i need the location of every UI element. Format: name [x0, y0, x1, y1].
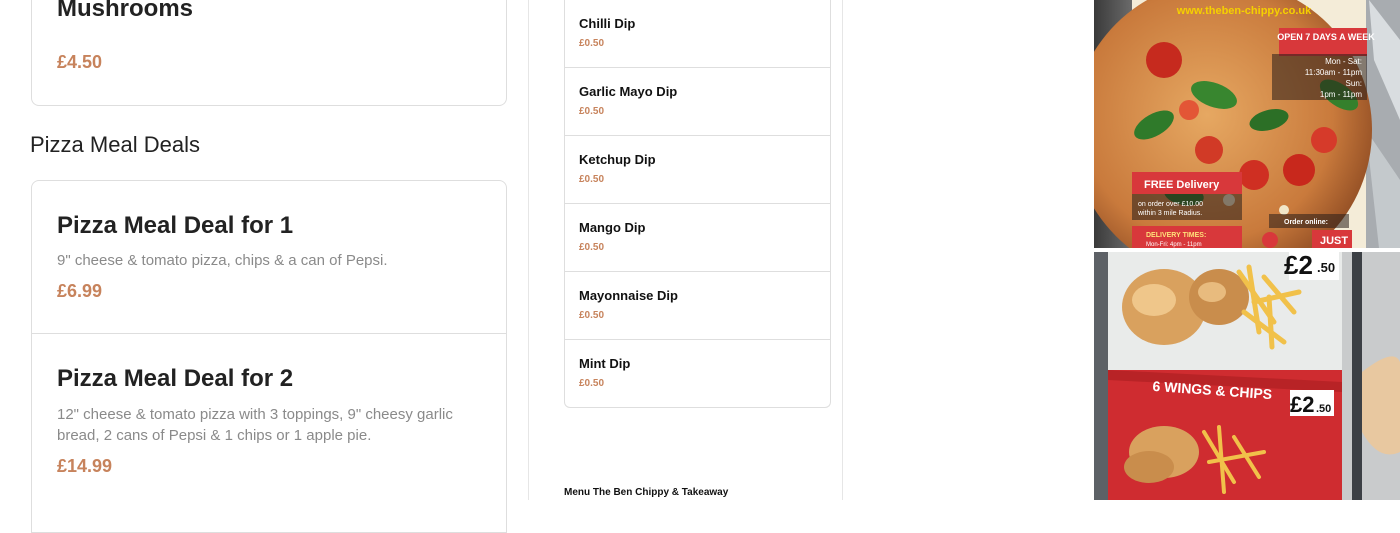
list-item[interactable]: Mango Dip £0.50	[565, 203, 830, 271]
poster-url: www.theben-chippy.co.uk	[1176, 5, 1312, 17]
dip-name: Mango Dip	[579, 220, 646, 235]
item-price: £14.99	[57, 456, 113, 476]
item-price: £4.50	[57, 52, 103, 72]
dip-name: Mayonnaise Dip	[579, 288, 678, 303]
list-item[interactable]: Chilli Dip £0.50	[565, 0, 830, 67]
poster-just-eat: JUST	[1320, 235, 1348, 247]
menu-item-card[interactable]: Garlic Bread with Cheese & Mushrooms £4.…	[31, 0, 507, 106]
item-description: 12" cheese & tomato pizza with 3 topping…	[57, 406, 453, 444]
poster-delivery-times: DELIVERY TIMES:	[1146, 232, 1206, 239]
poster-delivery-days: Mon-Fri: 4pm - 11pm	[1146, 242, 1202, 248]
wings-price-main: £2	[1284, 252, 1313, 280]
wings-sign-image: £2 .50 6 WINGS & CHIPS £2 .50	[1094, 252, 1400, 500]
dip-price: £0.50	[579, 378, 605, 389]
poster-free-delivery: FREE Delivery	[1144, 179, 1220, 191]
list-item[interactable]: Mayonnaise Dip £0.50	[565, 271, 830, 339]
wings-sign-photo: £2 .50 6 WINGS & CHIPS £2 .50	[1094, 252, 1400, 500]
wings-price2-main: £2	[1290, 392, 1314, 417]
poster-hours: Sun:	[1346, 79, 1362, 88]
column-divider	[842, 0, 843, 500]
menu-column: Garlic Bread with Cheese & Mushrooms £4.…	[0, 0, 528, 533]
item-title: Pizza Meal Deal for 2	[57, 365, 294, 392]
dip-name: Mint Dip	[579, 356, 631, 371]
footer-caption: Menu The Ben Chippy & Takeaway	[564, 487, 729, 498]
poster-hours: 1pm - 11pm	[1320, 90, 1362, 99]
poster-open: OPEN 7 DAYS A WEEK	[1277, 32, 1375, 42]
dip-price: £0.50	[579, 106, 605, 117]
poster-hours: Mon - Sat:	[1325, 57, 1362, 66]
menu-item-card[interactable]: Pizza Meal Deal for 2 12" cheese & tomat…	[31, 333, 507, 533]
wings-price2-cents: .50	[1316, 403, 1331, 415]
dip-price: £0.50	[579, 174, 605, 185]
dip-price: £0.50	[579, 38, 605, 49]
poster-delivery-note: within 3 mile Radius.	[1137, 210, 1202, 217]
list-item[interactable]: Mint Dip £0.50	[565, 339, 830, 407]
column-divider	[528, 0, 529, 500]
dip-price: £0.50	[579, 310, 605, 321]
pizza-poster-photo: www.theben-chippy.co.uk OPEN 7 DAYS A WE…	[1094, 0, 1400, 248]
wings-price-cents: .50	[1317, 260, 1335, 275]
dips-list: Chilli Dip £0.50 Garlic Mayo Dip £0.50 K…	[564, 0, 831, 408]
list-item[interactable]: Garlic Mayo Dip £0.50	[565, 67, 830, 135]
item-description: 9" cheese & tomato pizza, chips & a can …	[57, 252, 388, 269]
pizza-poster-image: www.theben-chippy.co.uk OPEN 7 DAYS A WE…	[1094, 0, 1400, 248]
dip-name: Chilli Dip	[579, 16, 636, 31]
poster-hours: 11:30am - 11pm	[1305, 68, 1362, 77]
section-heading: Pizza Meal Deals	[30, 132, 200, 157]
item-title: Pizza Meal Deal for 1	[57, 212, 294, 239]
list-item[interactable]: Ketchup Dip £0.50	[565, 135, 830, 203]
poster-delivery-note: on order over £10.00	[1138, 201, 1203, 208]
menu-item-card[interactable]: Pizza Meal Deal for 1 9" cheese & tomato…	[31, 180, 507, 334]
dip-name: Garlic Mayo Dip	[579, 84, 678, 99]
poster-order-online: Order online:	[1284, 219, 1328, 226]
dip-name: Ketchup Dip	[579, 152, 656, 167]
item-title: Garlic Bread with Cheese & Mushrooms	[57, 0, 194, 22]
dip-price: £0.50	[579, 242, 605, 253]
item-price: £6.99	[57, 281, 103, 301]
